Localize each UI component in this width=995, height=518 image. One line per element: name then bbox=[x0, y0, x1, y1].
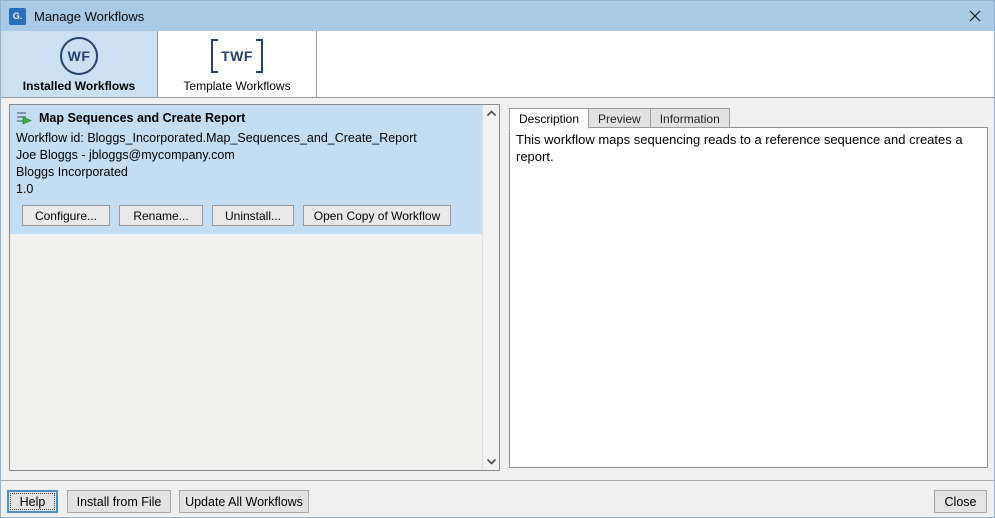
workflow-organization-line: Bloggs Incorporated bbox=[16, 164, 476, 181]
open-copy-of-workflow-button[interactable]: Open Copy of Workflow bbox=[303, 205, 451, 226]
workflow-name: Map Sequences and Create Report bbox=[39, 111, 245, 125]
tab-template-label: Template Workflows bbox=[183, 79, 290, 93]
close-button[interactable]: Close bbox=[934, 490, 987, 513]
uninstall-button[interactable]: Uninstall... bbox=[212, 205, 294, 226]
configure-button[interactable]: Configure... bbox=[22, 205, 110, 226]
workflow-list: Map Sequences and Create Report Workflow… bbox=[10, 105, 482, 470]
footer-divider bbox=[1, 480, 994, 481]
tab-template-workflows[interactable]: TWF Template Workflows bbox=[158, 31, 317, 97]
tab-preview[interactable]: Preview bbox=[588, 108, 651, 128]
template-workflows-icon: TWF bbox=[211, 37, 263, 75]
workflow-version-line: 1.0 bbox=[16, 181, 476, 198]
workflow-author-line: Joe Bloggs - jbloggs@mycompany.com bbox=[16, 147, 476, 164]
workflow-list-scrollbar[interactable] bbox=[482, 105, 499, 470]
scroll-up-icon[interactable] bbox=[483, 105, 499, 122]
description-panel: This workflow maps sequencing reads to a… bbox=[509, 127, 988, 468]
close-icon[interactable] bbox=[968, 9, 982, 23]
help-button[interactable]: Help bbox=[7, 490, 58, 513]
installed-workflows-icon: WF bbox=[60, 37, 98, 75]
workflow-list-panel: Map Sequences and Create Report Workflow… bbox=[9, 104, 500, 471]
rename-button[interactable]: Rename... bbox=[119, 205, 203, 226]
detail-tabstrip: Description Preview Information bbox=[509, 108, 729, 128]
workflow-id-line: Workflow id: Bloggs_Incorporated.Map_Seq… bbox=[16, 130, 476, 147]
app-icon: G. bbox=[9, 8, 26, 25]
bracket-right-icon bbox=[256, 39, 263, 73]
titlebar[interactable]: G. Manage Workflows bbox=[1, 1, 994, 31]
window-title: Manage Workflows bbox=[34, 9, 144, 24]
tab-description[interactable]: Description bbox=[509, 108, 589, 129]
scroll-down-icon[interactable] bbox=[483, 453, 499, 470]
workflow-item-icon bbox=[16, 110, 32, 126]
description-text: This workflow maps sequencing reads to a… bbox=[516, 132, 963, 164]
update-all-workflows-button[interactable]: Update All Workflows bbox=[179, 490, 309, 513]
manage-workflows-dialog: G. Manage Workflows WF Installed Workflo… bbox=[0, 0, 995, 518]
tab-installed-workflows[interactable]: WF Installed Workflows bbox=[1, 31, 158, 97]
tab-information[interactable]: Information bbox=[650, 108, 730, 128]
install-from-file-button[interactable]: Install from File bbox=[67, 490, 171, 513]
bracket-left-icon bbox=[211, 39, 218, 73]
main-tabstrip: WF Installed Workflows TWF Template Work… bbox=[1, 31, 994, 98]
workflow-list-item-selected[interactable]: Map Sequences and Create Report Workflow… bbox=[10, 105, 482, 234]
tab-installed-label: Installed Workflows bbox=[23, 79, 135, 93]
